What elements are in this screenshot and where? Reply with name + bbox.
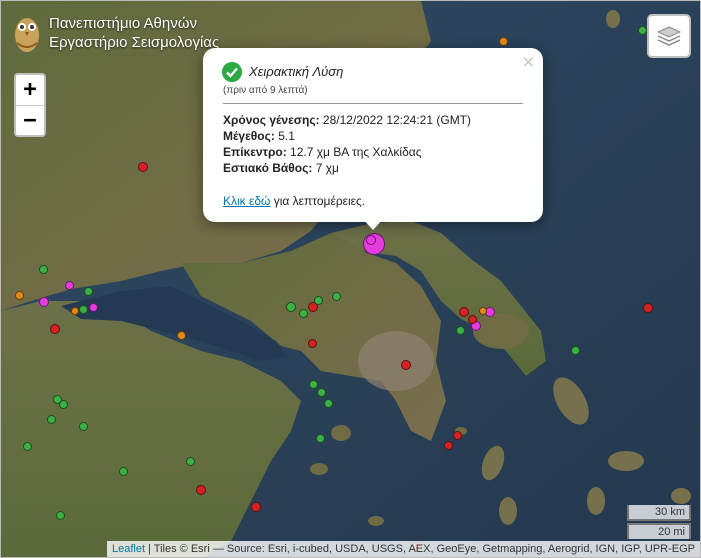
earthquake-marker[interactable]: [47, 415, 56, 424]
earthquake-marker[interactable]: [65, 281, 74, 290]
earthquake-marker[interactable]: [79, 305, 88, 314]
leaflet-link[interactable]: Leaflet: [112, 543, 145, 555]
earthquake-marker[interactable]: [638, 26, 647, 35]
check-icon: [222, 62, 242, 82]
earthquake-marker[interactable]: [186, 457, 195, 466]
earthquake-marker[interactable]: [79, 422, 88, 431]
popup-time-ago: (πριν από 9 λεπτά): [223, 85, 308, 96]
zoom-in-button[interactable]: +: [16, 75, 44, 105]
earthquake-marker[interactable]: [119, 467, 128, 476]
zoom-control: + −: [14, 73, 46, 137]
origin-time-row: Χρόνος γένεσης: 28/12/2022 12:24:21 (GMT…: [223, 113, 472, 127]
earthquake-marker[interactable]: [456, 326, 465, 335]
earthquake-marker[interactable]: [39, 297, 49, 307]
popup-divider: [223, 103, 523, 104]
earthquake-marker[interactable]: [299, 309, 308, 318]
earthquake-marker[interactable]: [196, 485, 206, 495]
earthquake-marker[interactable]: [23, 442, 32, 451]
earthquake-marker[interactable]: [366, 235, 376, 245]
depth-row: Εστιακό Βάθος: 7 χμ: [223, 161, 339, 175]
earthquake-marker[interactable]: [309, 380, 318, 389]
earthquake-marker[interactable]: [56, 511, 65, 520]
earthquake-marker[interactable]: [571, 346, 580, 355]
earthquake-marker[interactable]: [59, 400, 68, 409]
earthquake-marker[interactable]: [89, 303, 98, 312]
popup-tip: [362, 218, 384, 230]
details-link[interactable]: Κλικ εδώ: [223, 194, 270, 208]
earthquake-marker[interactable]: [316, 434, 325, 443]
scale-km: 30 km: [627, 505, 691, 521]
earthquake-marker[interactable]: [332, 292, 341, 301]
scale-mi: 20 mi: [627, 523, 691, 539]
earthquake-marker[interactable]: [401, 360, 411, 370]
earthquake-marker[interactable]: [84, 287, 93, 296]
popup-close-button[interactable]: ×: [522, 52, 535, 71]
earthquake-marker[interactable]: [251, 502, 261, 512]
earthquake-marker[interactable]: [459, 307, 469, 317]
earthquake-marker[interactable]: [643, 303, 653, 313]
earthquake-marker[interactable]: [39, 265, 48, 274]
details-line: Κλικ εδώ για λεπτομέρειες.: [223, 194, 366, 208]
earthquake-marker[interactable]: [314, 296, 323, 305]
earthquake-marker[interactable]: [479, 307, 487, 315]
popup-title: Χειρακτική Λύση: [249, 64, 344, 79]
lab-branding: Πανεπιστήμιο Αθηνών Εργαστήριο Σεισμολογ…: [11, 11, 219, 55]
epicenter-row: Επίκεντρο: 12.7 χμ ΒΑ της Χαλκίδας: [223, 145, 422, 159]
layers-button[interactable]: [647, 14, 691, 58]
earthquake-marker[interactable]: [71, 307, 79, 315]
popup-details: Χρόνος γένεσης: 28/12/2022 12:24:21 (GMT…: [223, 112, 471, 176]
earthquake-marker[interactable]: [499, 37, 508, 46]
earthquake-marker[interactable]: [317, 388, 326, 397]
earthquake-marker[interactable]: [177, 331, 186, 340]
layers-icon: [656, 26, 682, 46]
earthquake-marker[interactable]: [15, 291, 24, 300]
earthquake-popup: × Χειρακτική Λύση (πριν από 9 λεπτά) Χρό…: [203, 48, 543, 230]
lab-name: Εργαστήριο Σεισμολογίας: [49, 34, 220, 51]
earthquake-marker[interactable]: [50, 324, 60, 334]
earthquake-marker[interactable]: [308, 339, 317, 348]
zoom-out-button[interactable]: −: [16, 105, 44, 135]
map[interactable]: Πανεπιστήμιο Αθηνών Εργαστήριο Σεισμολογ…: [0, 0, 701, 558]
earthquake-marker[interactable]: [453, 431, 462, 440]
earthquake-marker[interactable]: [324, 399, 333, 408]
earthquake-marker[interactable]: [444, 441, 453, 450]
earthquake-marker[interactable]: [468, 315, 477, 324]
map-attribution: Leaflet | Tiles © Esri — Source: Esri, i…: [107, 541, 700, 557]
earthquake-marker[interactable]: [286, 302, 296, 312]
owl-logo-icon: [15, 18, 39, 52]
earthquake-marker[interactable]: [138, 162, 148, 172]
university-name: Πανεπιστήμιο Αθηνών: [49, 15, 197, 32]
magnitude-row: Μέγεθος: 5.1: [223, 129, 295, 143]
scale-bar: 30 km 20 mi: [627, 505, 691, 539]
